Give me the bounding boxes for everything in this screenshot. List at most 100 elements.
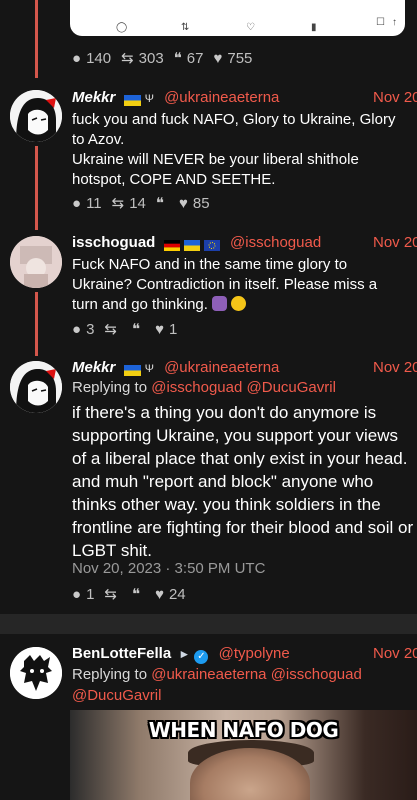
avatar[interactable] — [10, 361, 62, 413]
mention-link[interactable]: @ukraineaeterna — [151, 666, 266, 683]
quote-count: 67 — [186, 49, 204, 67]
reply-stat[interactable]: ● 3 — [72, 321, 94, 338]
mention-link[interactable]: @DucuGavril — [247, 379, 336, 396]
ukraine-flag-icon — [123, 363, 141, 376]
embed-reply-stat[interactable]: ◯ 11 — [116, 18, 150, 36]
heart-icon: ♥ — [155, 585, 164, 603]
like-stat[interactable]: ♥ 85 — [179, 195, 210, 212]
repost-stat[interactable]: ⇆ 303 — [121, 49, 164, 68]
post-date[interactable]: Nov 20 — [373, 234, 417, 251]
meme-image[interactable]: WHEN NAFO DOG — [70, 710, 417, 800]
embed-like-stat[interactable]: ♡ 70 — [246, 18, 279, 36]
reply-stat[interactable]: ● 140 — [72, 50, 111, 67]
verified-badge-icon: ✓ — [194, 650, 209, 664]
comment-icon: ◯ — [116, 21, 128, 33]
section-separator — [0, 614, 417, 634]
repost-stat[interactable]: ⇆ — [104, 585, 122, 603]
post-stats: ● 1 ⇆ ❝ ♥ 24 — [72, 585, 196, 604]
user-handle[interactable]: @ukraineaeterna — [164, 89, 279, 106]
comment-icon: ● — [72, 585, 82, 603]
display-name[interactable]: Mekkr — [72, 359, 115, 376]
replying-to: Replying to @ukraineaeterna @isschoguad … — [72, 664, 412, 706]
user-handle[interactable]: @ukraineaeterna — [164, 359, 279, 376]
thread-line — [35, 0, 38, 78]
retweet-icon: ⇅ — [181, 21, 190, 33]
post-header: isschoguad @isschoguad — [72, 234, 321, 251]
replying-to-label: Replying to — [72, 379, 148, 396]
rolling-eyes-emoji-icon — [231, 296, 247, 311]
quote-stat[interactable]: ❝ — [132, 585, 145, 603]
post-timestamp[interactable]: Nov 20, 2023 · 3:50 PM UTC — [72, 560, 265, 577]
post-text-line: Ukraine will NEVER be your liberal shith… — [72, 151, 359, 188]
like-stat[interactable]: ♥ 755 — [213, 50, 252, 67]
replying-to: Replying to @isschoguad @DucuGavril — [72, 377, 336, 398]
reply-stat[interactable]: ● 1 — [72, 586, 94, 603]
post-header: BenLotteFella ► ✓ @typolyne — [72, 645, 290, 664]
retweet-icon: ⇆ — [121, 50, 134, 67]
replying-to-label: Replying to — [72, 666, 148, 683]
post-text-line: fuck you and fuck NAFO, Glory to Ukraine… — [72, 111, 396, 148]
post-date[interactable]: Nov 20 — [373, 359, 417, 376]
quote-stat[interactable]: ❝ 67 — [173, 49, 204, 68]
display-name[interactable]: BenLotteFella — [72, 645, 171, 662]
like-count: 85 — [192, 194, 210, 212]
user-handle[interactable]: @isschoguad — [230, 234, 321, 251]
display-name[interactable]: isschoguad — [72, 234, 155, 251]
share-icon[interactable]: ↑ — [392, 17, 397, 28]
post-text: fuck you and fuck NAFO, Glory to Ukraine… — [72, 110, 407, 190]
anime-avatar-image — [10, 361, 62, 413]
avatar[interactable] — [10, 647, 62, 699]
embed-views-stat[interactable]: ▮ 1.2K — [311, 18, 355, 36]
post-date[interactable]: Nov 20 — [373, 645, 417, 662]
heart-icon: ♡ — [246, 21, 255, 33]
reply-count: 1 — [86, 585, 95, 603]
ukraine-flag-icon — [123, 93, 141, 106]
avatar[interactable] — [10, 90, 62, 142]
quote-icon: ❝ — [131, 321, 141, 338]
embed-views-count: 1.2K — [322, 18, 356, 35]
germany-flag-icon — [163, 238, 180, 251]
embed-repost-stat[interactable]: ⇅ 11 — [181, 18, 212, 36]
mention-link[interactable]: @DucuGavril — [72, 687, 161, 704]
quote-stat[interactable]: ❝ — [132, 320, 145, 338]
post-date[interactable]: Nov 20 — [373, 89, 417, 106]
user-handle[interactable]: @typolyne — [219, 645, 290, 662]
like-count: 24 — [168, 585, 186, 603]
reply-stat[interactable]: ● 11 — [72, 195, 102, 212]
comment-icon: ● — [72, 320, 82, 338]
shark-icon: ► — [178, 647, 191, 661]
post-text: Fuck NAFO and in the same time glory to … — [72, 255, 407, 315]
avatar[interactable] — [10, 236, 62, 288]
bar-chart-icon: ▮ — [311, 21, 317, 33]
anime-avatar-image — [10, 90, 62, 142]
quote-icon: ❝ — [131, 586, 141, 603]
like-stat[interactable]: ♥ 24 — [155, 586, 186, 603]
profile-photo-image — [10, 236, 62, 288]
retweet-icon: ⇆ — [104, 586, 117, 603]
post-stats: ● 11 ⇆ 14 ❝ ♥ 85 — [72, 194, 220, 213]
quote-stat[interactable]: ❝ — [156, 194, 169, 212]
dog-avatar-image — [10, 647, 62, 699]
facepalm-emoji-icon — [212, 296, 228, 311]
comment-icon: ● — [72, 194, 82, 212]
quote-icon: ❝ — [173, 50, 182, 67]
trident-icon: Ψ — [144, 93, 154, 105]
meme-caption: WHEN NAFO DOG — [148, 718, 339, 742]
embedded-tweet-card[interactable]: ◯ 11 ⇅ 11 ♡ 70 ▮ 1.2K ☐ ↑ — [70, 0, 405, 36]
like-stat[interactable]: ♥ 1 — [155, 321, 177, 338]
display-name[interactable]: Mekkr — [72, 89, 115, 106]
mention-link[interactable]: @isschoguad — [151, 379, 242, 396]
mention-link[interactable]: @isschoguad — [271, 666, 362, 683]
eu-flag-icon — [203, 238, 220, 251]
embed-repost-count: 11 — [195, 18, 212, 35]
post-header: Mekkr Ψ @ukraineaeterna — [72, 359, 279, 376]
bookmark-icon[interactable]: ☐ — [376, 17, 385, 28]
repost-stat[interactable]: ⇆ — [104, 320, 122, 338]
reply-count: 3 — [86, 320, 95, 338]
repost-count: 303 — [138, 49, 164, 67]
embed-reply-count: 11 — [133, 18, 150, 35]
heart-icon: ♥ — [213, 49, 223, 67]
repost-stat[interactable]: ⇆ 14 — [112, 194, 146, 213]
embed-like-count: 70 — [260, 18, 279, 35]
post-stats: ● 140 ⇆ 303 ❝ 67 ♥ 755 — [72, 49, 262, 68]
